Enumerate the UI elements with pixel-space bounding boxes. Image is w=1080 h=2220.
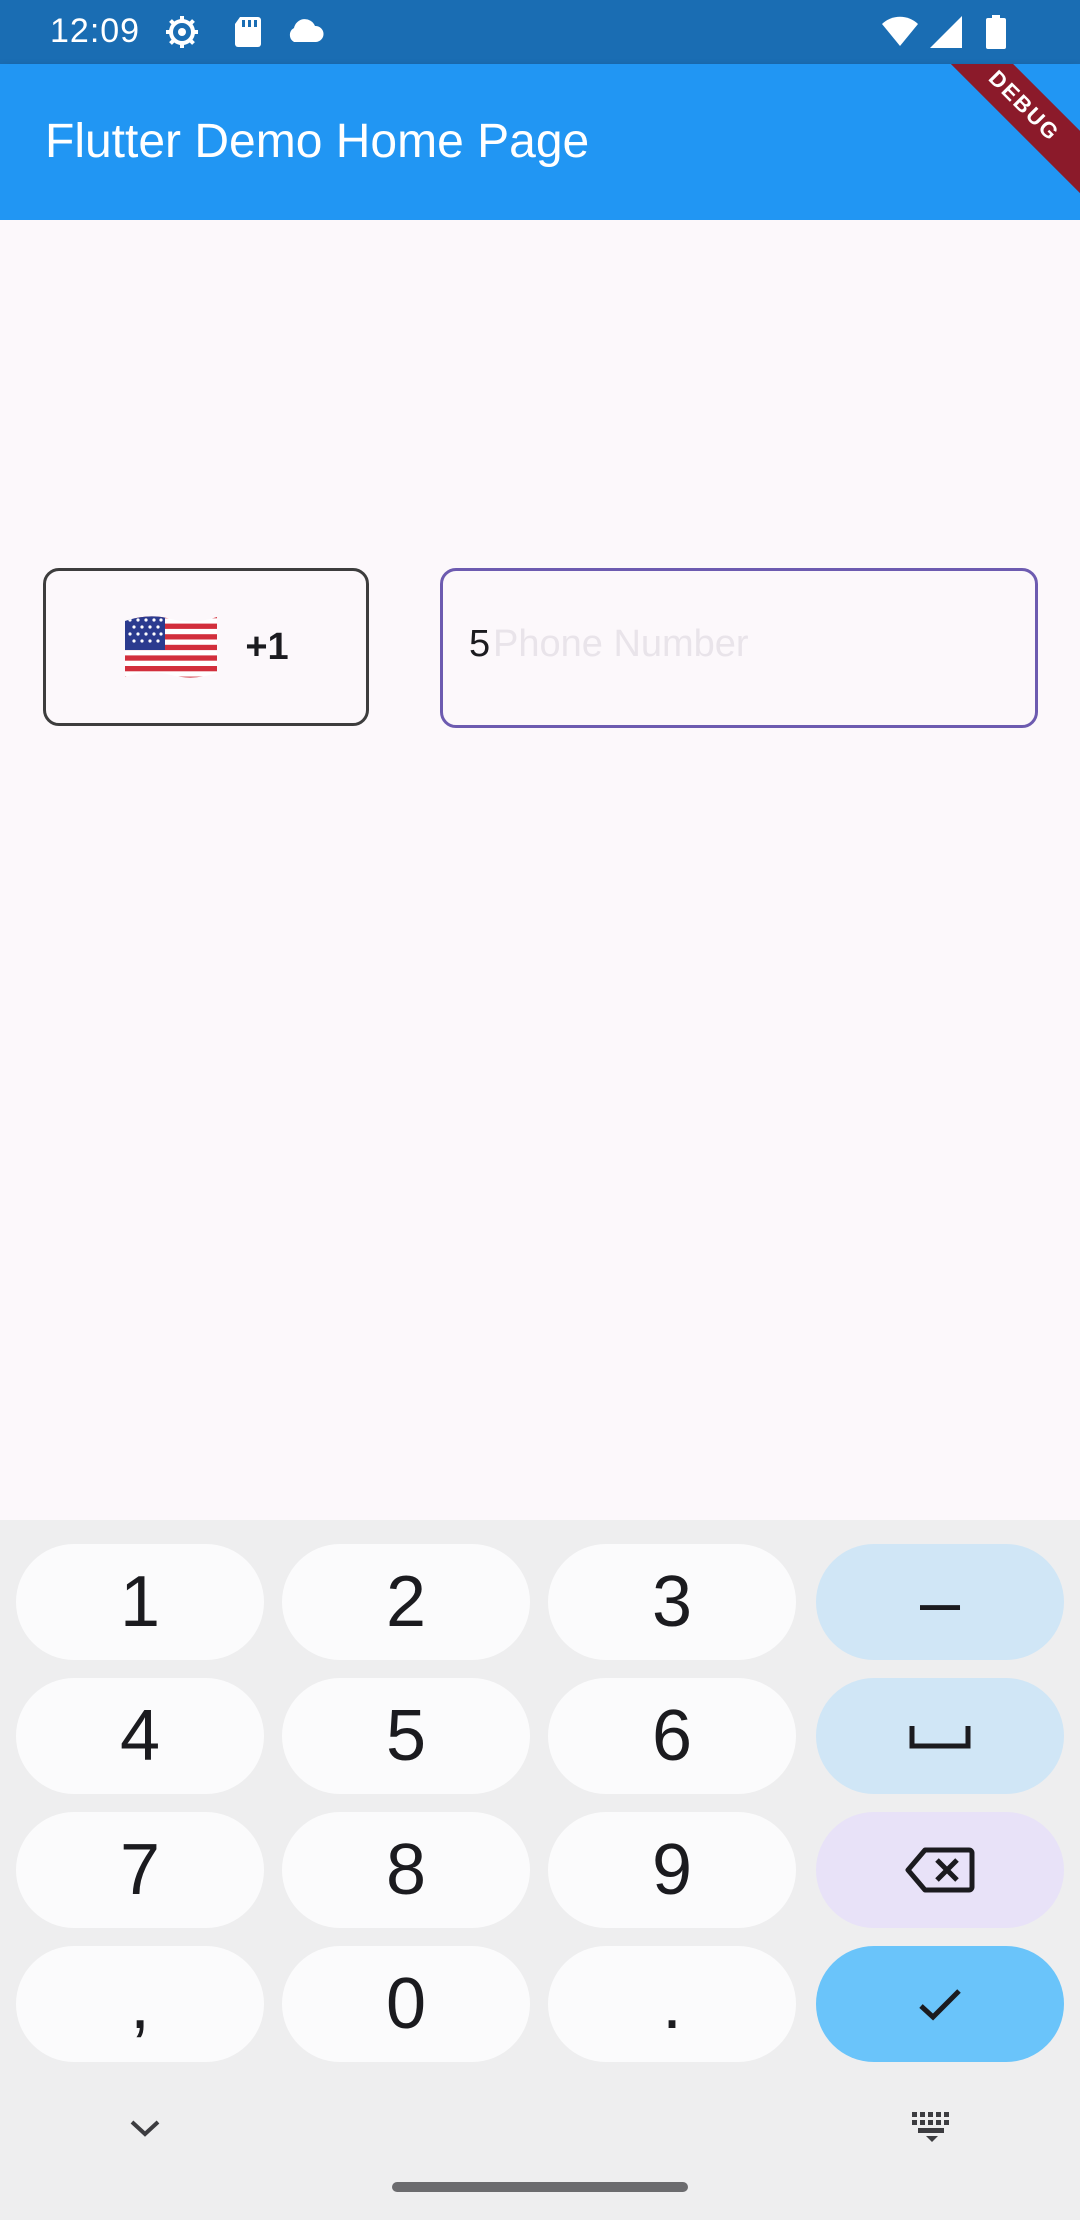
dial-code: +1 xyxy=(245,625,289,668)
phone-input-value: 5 xyxy=(469,623,491,665)
country-code-picker[interactable]: +1 xyxy=(43,568,369,726)
cell-signal-icon xyxy=(930,16,962,48)
cloud-icon xyxy=(289,19,324,42)
key-3[interactable]: 3 xyxy=(548,1544,796,1660)
key-7[interactable]: 7 xyxy=(16,1812,264,1928)
space-bar-icon xyxy=(909,1726,971,1749)
home-indicator[interactable] xyxy=(392,2182,688,2192)
battery-icon xyxy=(986,15,1006,49)
phone-input-placeholder: Phone Number xyxy=(493,623,749,665)
app-bar: Flutter Demo Home Page DEBUG xyxy=(0,64,1080,220)
key-8[interactable]: 8 xyxy=(282,1812,530,1928)
sd-card-icon xyxy=(235,17,261,47)
key-9[interactable]: 9 xyxy=(548,1812,796,1928)
debug-banner: DEBUG xyxy=(923,64,1080,207)
settings-gear-icon xyxy=(166,16,198,48)
key-4[interactable]: 4 xyxy=(16,1678,264,1794)
key-backspace[interactable] xyxy=(816,1812,1064,1928)
keyboard-icon[interactable] xyxy=(910,2110,956,2144)
key-dash[interactable]: – xyxy=(816,1544,1064,1660)
page-content xyxy=(0,220,1080,1520)
checkmark-icon xyxy=(919,1989,961,2021)
page-title: Flutter Demo Home Page xyxy=(45,115,590,168)
keyboard-nav-row xyxy=(0,2040,1080,2220)
key-5[interactable]: 5 xyxy=(282,1678,530,1794)
key-1[interactable]: 1 xyxy=(16,1544,264,1660)
key-space[interactable] xyxy=(816,1678,1064,1794)
key-2[interactable]: 2 xyxy=(282,1544,530,1660)
key-6[interactable]: 6 xyxy=(548,1678,796,1794)
status-bar: 12:09 xyxy=(0,0,1080,64)
status-time: 12:09 xyxy=(50,12,141,50)
us-flag-icon xyxy=(125,616,218,678)
chevron-down-icon[interactable] xyxy=(128,2116,162,2140)
phone-number-input[interactable]: 5 Phone Number xyxy=(440,568,1038,728)
wifi-icon xyxy=(882,16,918,46)
backspace-icon xyxy=(905,1847,975,1893)
